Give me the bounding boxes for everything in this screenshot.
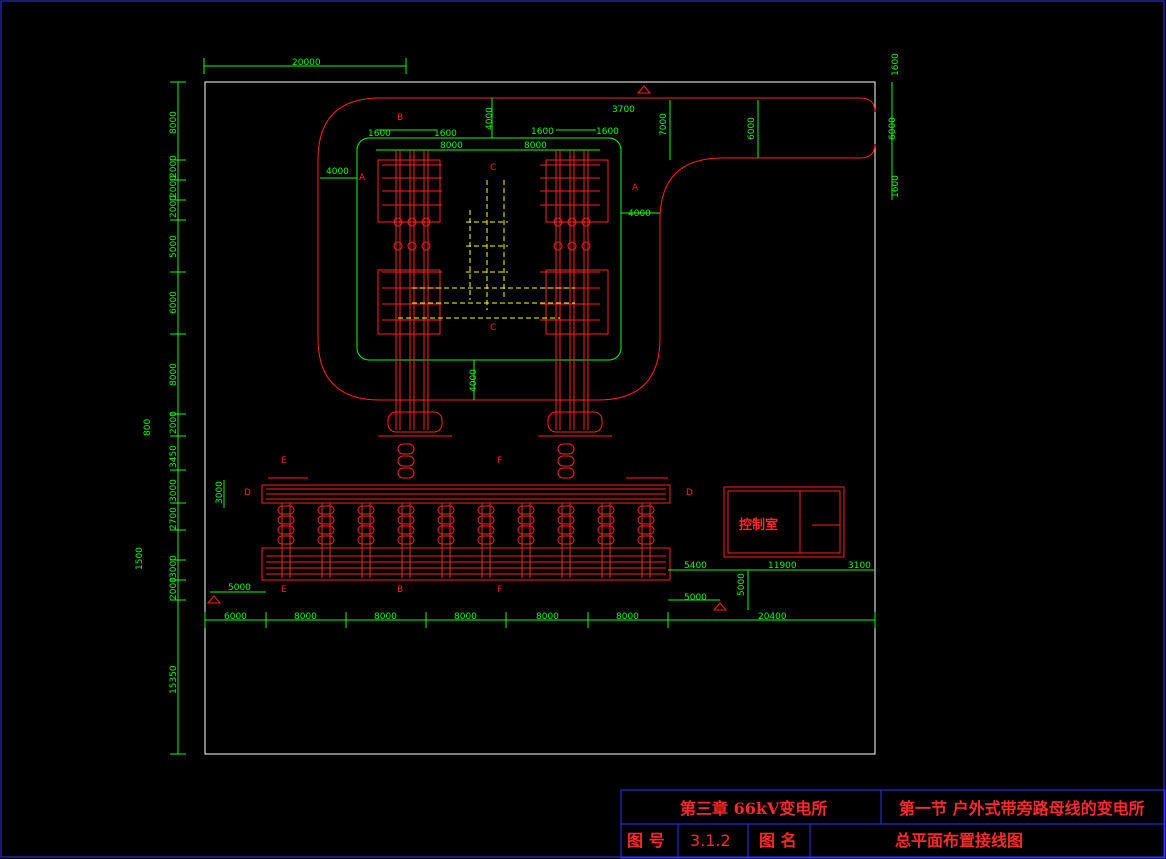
elevation-mark-right bbox=[712, 602, 728, 611]
dim-control-room-width: 11900 bbox=[768, 561, 797, 571]
switchgear-bay bbox=[557, 503, 575, 578]
switchgear-bay bbox=[437, 503, 455, 578]
dim-bottom-offset: 5000 bbox=[228, 583, 251, 593]
dim-road-height-right: 7000 bbox=[659, 113, 669, 136]
section-mark-d-left: D bbox=[244, 488, 251, 498]
dim-left-v-3: 2000 bbox=[169, 175, 179, 198]
section-mark-a-left: A bbox=[359, 173, 366, 183]
title-chapter: 第三章 66kV变电所 bbox=[680, 799, 827, 818]
section-mark-f-bottom: F bbox=[497, 585, 502, 595]
section-mark-a-right: A bbox=[632, 183, 639, 193]
dim-left-small-1500: 1500 bbox=[135, 547, 145, 570]
dim-road-left: 4000 bbox=[326, 167, 349, 177]
switchgear-bay bbox=[357, 503, 375, 578]
dim-bottom-right-offset: 5000 bbox=[684, 593, 707, 603]
dim-left-v-7: 8000 bbox=[169, 363, 179, 386]
dim-road-width-right: 3700 bbox=[612, 105, 635, 115]
drawing-name: 总平面布置接线图 bbox=[895, 831, 1023, 850]
dim-left-v-8: 2000 bbox=[169, 411, 179, 434]
dim-top-offset-left-b: 1600 bbox=[434, 129, 457, 139]
dim-left-v-11: 2700 bbox=[169, 507, 179, 530]
dim-top-offset-right-b: 1600 bbox=[596, 127, 619, 137]
upper-bays bbox=[377, 150, 612, 437]
dimension-lines bbox=[170, 58, 893, 755]
dim-left-v-4: 2000 bbox=[169, 195, 179, 218]
dim-bottom-5: 8000 bbox=[536, 612, 559, 622]
dim-road-top-vertical: 4000 bbox=[485, 107, 495, 130]
drawing-number-label: 图 号 bbox=[627, 831, 665, 850]
switchgear-bay bbox=[517, 503, 535, 578]
dim-left-v-2: 2000 bbox=[169, 155, 179, 178]
transformer-feeder bbox=[557, 443, 575, 479]
dim-road-bottom-vertical: 4000 bbox=[469, 369, 479, 392]
drawing-number: 3.1.2 bbox=[690, 831, 731, 850]
section-mark-f-top: F bbox=[497, 456, 502, 466]
dim-top-offset-right-a: 1600 bbox=[531, 127, 554, 137]
dim-left-v-12: 3000 bbox=[169, 555, 179, 578]
dim-top-offset-left-a: 1600 bbox=[368, 129, 391, 139]
dim-bus-height: 3000 bbox=[215, 481, 225, 504]
control-room-label: 控制室 bbox=[739, 517, 778, 533]
dim-bottom-6: 8000 bbox=[616, 612, 639, 622]
section-mark-b-bottom: B bbox=[397, 585, 403, 595]
dim-entrance-width: 6000 bbox=[747, 117, 757, 140]
switchgear-bay bbox=[277, 503, 295, 578]
dim-top-bus-span-right: 8000 bbox=[524, 141, 547, 151]
switchgear-bay bbox=[477, 503, 495, 578]
dim-left-v-6: 6000 bbox=[169, 291, 179, 314]
dim-right-side-top: 1600 bbox=[891, 53, 901, 76]
transformer-feeder bbox=[397, 443, 415, 479]
dim-left-v-5: 5000 bbox=[169, 235, 179, 258]
switchgear-bay bbox=[597, 503, 615, 578]
dim-control-room-v: 5000 bbox=[737, 573, 747, 596]
dim-bottom-1: 6000 bbox=[224, 612, 247, 622]
switchgear-bay bbox=[317, 503, 335, 578]
dim-right-side-bottom: 1600 bbox=[891, 175, 901, 198]
section-mark-b-top: B bbox=[397, 113, 403, 123]
cable-trench bbox=[398, 180, 575, 319]
title-section: 第一节 户外式带旁路母线的变电所 bbox=[899, 799, 1145, 818]
dim-left-v-13: 2000 bbox=[169, 577, 179, 600]
dim-top-bus-span-left: 8000 bbox=[440, 141, 463, 151]
ring-road bbox=[317, 97, 876, 401]
substation-layout-drawing: 控制室 B A A C C D D E E F F B 20000 1600 1… bbox=[0, 0, 1166, 859]
dim-left-v-1: 8000 bbox=[169, 111, 179, 134]
dim-bottom-4: 8000 bbox=[454, 612, 477, 622]
dim-left-small-800: 800 bbox=[143, 419, 153, 436]
dim-right-side-mid: 6000 bbox=[888, 117, 898, 140]
dim-left-v-9: 3450 bbox=[169, 445, 179, 468]
section-mark-e-top: E bbox=[281, 456, 287, 466]
drawing-name-label: 图 名 bbox=[759, 831, 797, 850]
dim-bottom-3: 8000 bbox=[374, 612, 397, 622]
site-boundary bbox=[204, 81, 876, 755]
dim-control-room-right: 3100 bbox=[848, 561, 871, 571]
section-mark-d-right: D bbox=[686, 488, 693, 498]
dim-bottom-2: 8000 bbox=[294, 612, 317, 622]
dim-left-v-10: 3000 bbox=[169, 479, 179, 502]
lower-bus-bays bbox=[261, 443, 671, 581]
dim-control-room-left: 5400 bbox=[684, 561, 707, 571]
elevation-mark-left bbox=[206, 595, 222, 604]
dim-top-width: 20000 bbox=[292, 58, 321, 68]
dim-left-v-14: 15350 bbox=[169, 665, 179, 694]
section-mark-c-top: C bbox=[490, 163, 496, 173]
section-mark-c-bottom: C bbox=[490, 323, 496, 333]
dim-road-right: 4000 bbox=[628, 209, 651, 219]
dim-bottom-7: 20400 bbox=[758, 612, 787, 622]
switchgear-bay bbox=[397, 503, 415, 578]
switchgear-bay bbox=[637, 503, 655, 578]
elevation-mark-top bbox=[636, 85, 652, 94]
section-mark-e-bottom: E bbox=[281, 585, 287, 595]
switchyard-fence bbox=[356, 137, 622, 361]
